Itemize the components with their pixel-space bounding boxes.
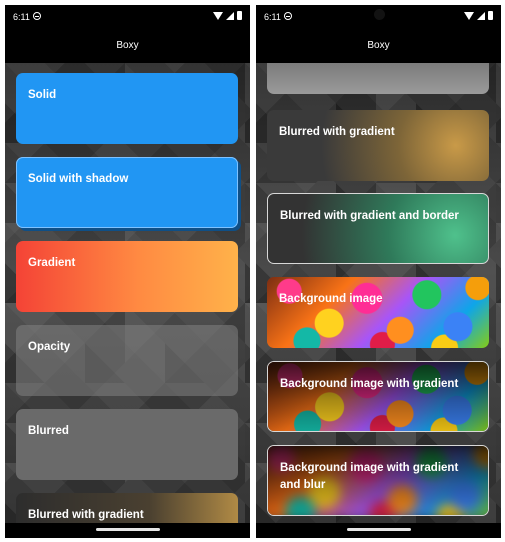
card-label: Background image with gradient: [280, 378, 459, 390]
card-label: Blurred with gradient: [28, 509, 144, 521]
card-label: Solid with shadow: [28, 173, 129, 185]
card-blurred-with-gradient[interactable]: Blurred with gradient: [16, 493, 238, 523]
battery-icon: [488, 11, 493, 20]
navigation-bar: [256, 523, 501, 538]
app-title: Boxy: [116, 40, 139, 51]
card-gradient[interactable]: Gradient: [16, 241, 238, 312]
card-blurred[interactable]: Blurred: [16, 409, 238, 480]
status-icons: [213, 11, 242, 20]
app-bar: Boxy: [5, 29, 250, 63]
card-solid-with-shadow[interactable]: Solid with shadow: [16, 157, 238, 228]
app-bar: Boxy: [256, 29, 501, 63]
card-label: Blurred: [28, 425, 69, 437]
card-background-image-with-gradient[interactable]: Background image with gradient: [267, 361, 489, 432]
battery-icon: [237, 11, 242, 20]
card-label: Background image with gradient and blur: [280, 462, 459, 491]
card-background-image[interactable]: Background image: [267, 277, 489, 348]
phone-screen-left: 6:11 Boxy Solid Solid with shadow Gradie…: [5, 5, 250, 538]
card-label: Blurred with gradient and border: [280, 210, 459, 222]
status-time: 6:11: [264, 12, 281, 22]
status-time: 6:11: [13, 12, 30, 22]
card-blurred-with-gradient[interactable]: Blurred with gradient: [267, 110, 489, 181]
card-label: Blurred with gradient: [279, 126, 395, 138]
signal-icon: [477, 11, 485, 20]
app-title: Boxy: [367, 40, 390, 51]
card-label: Opacity: [28, 341, 71, 353]
wifi-icon: [464, 11, 474, 20]
do-not-disturb-icon: [33, 12, 41, 20]
camera-cutout: [373, 9, 385, 20]
status-icons: [464, 11, 493, 20]
phone-screen-right: 6:11 Boxy Blurred with gradient Blurred …: [256, 5, 501, 538]
home-indicator[interactable]: [95, 528, 160, 531]
card-opacity[interactable]: Opacity: [16, 325, 238, 396]
card-label: Background image: [279, 293, 383, 305]
signal-icon: [226, 11, 234, 20]
card-label: Solid: [28, 89, 57, 101]
home-indicator[interactable]: [346, 528, 411, 531]
status-bar: 6:11: [5, 5, 250, 29]
gradient-overlay: [268, 362, 488, 431]
card-blurred-with-gradient-and-border[interactable]: Blurred with gradient and border: [267, 193, 489, 264]
status-bar: 6:11: [256, 5, 501, 29]
card-partial[interactable]: [267, 63, 489, 94]
do-not-disturb-icon: [284, 12, 292, 20]
card-background-image-with-gradient-and-blur[interactable]: Background image with gradient and blur: [267, 445, 489, 516]
balls-image: [267, 277, 489, 348]
card-label: Gradient: [28, 257, 76, 269]
navigation-bar: [5, 523, 250, 538]
card-list[interactable]: Blurred with gradient Blurred with gradi…: [256, 63, 501, 523]
card-solid[interactable]: Solid: [16, 73, 238, 144]
wifi-icon: [213, 11, 223, 20]
card-list[interactable]: Solid Solid with shadow Gradient Opacity…: [5, 63, 250, 523]
